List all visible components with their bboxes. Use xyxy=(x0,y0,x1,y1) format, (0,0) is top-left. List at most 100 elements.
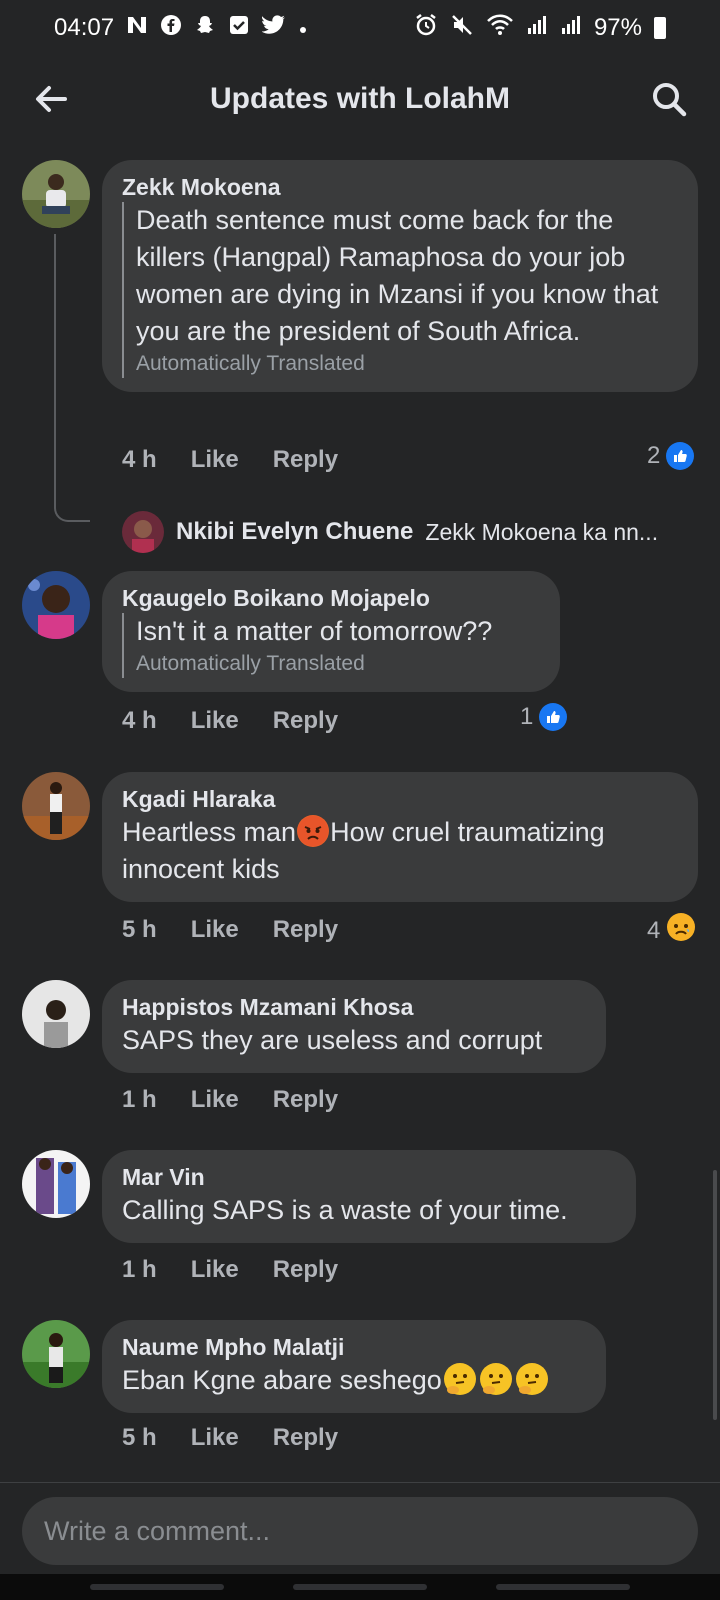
like-button[interactable]: Like xyxy=(191,446,239,474)
comment-actions: 4 h Like Reply xyxy=(122,440,338,480)
comment-composer xyxy=(0,1482,720,1574)
like-button[interactable]: Like xyxy=(191,916,239,944)
comment-time[interactable]: 5 h xyxy=(122,916,157,944)
avatar[interactable] xyxy=(22,571,90,639)
avatar[interactable] xyxy=(22,1150,90,1218)
search-icon xyxy=(653,83,687,117)
alarm-icon xyxy=(414,13,438,44)
comment-actions: 1 h Like Reply xyxy=(122,1080,338,1120)
comment-time[interactable]: 4 h xyxy=(122,707,157,735)
comment-actions: 1 h Like Reply xyxy=(122,1250,338,1290)
thread-line xyxy=(54,234,90,522)
reply-button[interactable]: Reply xyxy=(273,1424,338,1452)
like-button[interactable]: Like xyxy=(191,1256,239,1284)
angry-emoji-icon xyxy=(297,815,330,847)
reply-avatar[interactable] xyxy=(122,511,164,553)
reaction-count[interactable]: 1 xyxy=(520,703,568,731)
reply-button[interactable]: Reply xyxy=(273,1086,338,1114)
thinking-emoji-icon xyxy=(443,1363,476,1395)
comment-text: Calling SAPS is a waste of your time. xyxy=(122,1195,568,1225)
auto-translated-label[interactable]: Automatically Translated xyxy=(136,350,678,378)
like-button[interactable]: Like xyxy=(191,1086,239,1114)
thinking-emoji-icon xyxy=(515,1363,548,1395)
comment-time[interactable]: 1 h xyxy=(122,1086,157,1114)
status-time: 04:07 xyxy=(54,14,115,41)
comment-author[interactable]: Zekk Mokoena xyxy=(122,172,678,202)
navigation-bar xyxy=(0,1574,720,1600)
snapchat-icon xyxy=(194,14,216,43)
nav-recents-button[interactable] xyxy=(90,1584,224,1590)
avatar[interactable] xyxy=(22,1320,90,1388)
auto-translated-label[interactable]: Automatically Translated xyxy=(136,650,540,678)
thumbs-up-icon xyxy=(666,442,695,470)
comments-list[interactable]: Zekk Mokoena Death sentence must come ba… xyxy=(0,150,720,1480)
comment-input[interactable] xyxy=(22,1497,698,1565)
comment-time[interactable]: 4 h xyxy=(122,446,157,474)
comment-author[interactable]: Mar Vin xyxy=(122,1162,616,1192)
reply-author[interactable]: Nkibi Evelyn Chuene xyxy=(176,518,413,546)
checkbox-icon xyxy=(228,14,250,43)
comment-author[interactable]: Kgaugelo Boikano Mojapelo xyxy=(122,583,540,613)
comment-bubble[interactable]: Happistos Mzamani Khosa SAPS they are us… xyxy=(102,980,606,1073)
comment-actions: 4 h Like Reply xyxy=(122,701,338,741)
scrollbar[interactable] xyxy=(713,1170,717,1420)
comment-text: SAPS they are useless and corrupt xyxy=(122,1025,543,1055)
reply-button[interactable]: Reply xyxy=(273,707,338,735)
signal-icon xyxy=(526,14,548,43)
page-title: Updates with LolahM xyxy=(210,82,510,115)
back-button[interactable] xyxy=(26,74,76,124)
like-button[interactable]: Like xyxy=(191,707,239,735)
reaction-count[interactable]: 4 xyxy=(647,912,696,949)
comment-author[interactable]: Naume Mpho Malatji xyxy=(122,1332,586,1362)
reply-button[interactable]: Reply xyxy=(273,446,338,474)
battery-icon xyxy=(654,17,666,39)
reaction-count[interactable]: 2 xyxy=(647,442,695,470)
comment-bubble[interactable]: Naume Mpho Malatji Eban Kgne abare seshe… xyxy=(102,1320,606,1413)
dot-icon xyxy=(298,14,308,42)
reply-preview[interactable]: Nkibi Evelyn Chuene Zekk Mokoena ka nn..… xyxy=(122,511,658,553)
comment-text: Eban Kgne abare seshego xyxy=(122,1362,586,1399)
sad-reaction-icon xyxy=(666,912,696,949)
facebook-icon xyxy=(160,14,182,43)
reaction-number: 4 xyxy=(647,916,661,944)
reply-snippet: Zekk Mokoena ka nn... xyxy=(425,518,659,545)
status-right: 97% xyxy=(414,13,666,44)
reply-button[interactable]: Reply xyxy=(273,1256,338,1284)
twitter-icon xyxy=(261,14,286,42)
like-button[interactable]: Like xyxy=(191,1424,239,1452)
comment-bubble[interactable]: Zekk Mokoena Death sentence must come ba… xyxy=(102,160,698,392)
comment-time[interactable]: 1 h xyxy=(122,1256,157,1284)
comment-text: Isn't it a matter of tomorrow?? xyxy=(136,616,493,646)
n-icon xyxy=(126,15,148,41)
avatar[interactable] xyxy=(22,160,90,228)
comment-bubble[interactable]: Kgaugelo Boikano Mojapelo Isn't it a mat… xyxy=(102,571,560,692)
comment-bubble[interactable]: Kgadi Hlaraka Heartless man How cruel tra… xyxy=(102,772,698,902)
reaction-number: 2 xyxy=(647,442,661,469)
comment-text: Death sentence must come back for the ki… xyxy=(136,205,659,346)
comment-author[interactable]: Kgadi Hlaraka xyxy=(122,784,678,814)
comment-author[interactable]: Happistos Mzamani Khosa xyxy=(122,992,586,1022)
back-arrow-icon xyxy=(36,86,67,112)
signal-icon xyxy=(560,14,582,43)
nav-home-button[interactable] xyxy=(293,1584,427,1590)
wifi-icon xyxy=(486,13,514,44)
thumbs-up-icon xyxy=(539,703,568,731)
comment-text-part: Eban Kgne abare seshego xyxy=(122,1365,442,1395)
nav-back-button[interactable] xyxy=(496,1584,630,1590)
status-left: 04:07 xyxy=(54,14,308,43)
reaction-number: 1 xyxy=(520,703,534,730)
comment-actions: 5 h Like Reply xyxy=(122,910,338,950)
thinking-emoji-icon xyxy=(479,1363,512,1395)
translated-block: Death sentence must come back for the ki… xyxy=(122,202,678,378)
app-header: Updates with LolahM xyxy=(0,56,720,142)
comment-bubble[interactable]: Mar Vin Calling SAPS is a waste of your … xyxy=(102,1150,636,1243)
comment-time[interactable]: 5 h xyxy=(122,1424,157,1452)
reply-button[interactable]: Reply xyxy=(273,916,338,944)
avatar[interactable] xyxy=(22,772,90,840)
comment-actions: 5 h Like Reply xyxy=(122,1418,338,1458)
mute-icon xyxy=(450,13,474,44)
avatar[interactable] xyxy=(22,980,90,1048)
status-bar: 04:07 97% xyxy=(0,0,720,56)
search-button[interactable] xyxy=(644,74,694,124)
comment-text: Heartless man How cruel traumatizing inno… xyxy=(122,814,678,888)
